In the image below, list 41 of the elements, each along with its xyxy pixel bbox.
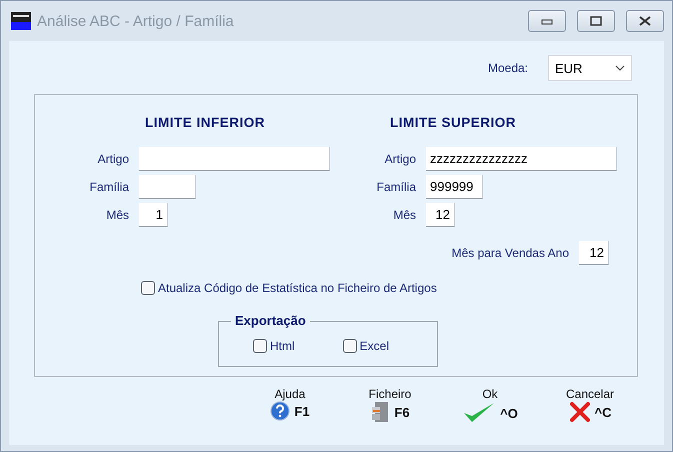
field-label: Mês	[393, 208, 416, 222]
checkbox[interactable]	[342, 339, 357, 353]
checkbox[interactable]	[141, 281, 155, 295]
section-heading: LIMITE SUPERIOR	[389, 115, 518, 130]
window-title: Análise ABC - Artigo / Família	[37, 12, 235, 30]
checkbox[interactable]	[253, 339, 267, 353]
action-button[interactable]: Ok ^O	[453, 387, 527, 425]
cabinet-icon	[370, 401, 390, 423]
currency-dropdown[interactable]: EUR	[548, 55, 632, 81]
field-label: Família	[90, 180, 129, 194]
field-label: Artigo	[384, 152, 416, 166]
input-field[interactable]: 12	[579, 241, 609, 265]
close-icon	[639, 16, 651, 26]
field-label: Mês	[106, 208, 129, 222]
group-title: Exportação	[231, 313, 310, 329]
field-label: Artigo	[98, 152, 129, 166]
section-heading: LIMITE INFERIOR	[144, 115, 266, 130]
maximize-icon	[590, 16, 602, 26]
chevron-down-icon	[615, 65, 625, 71]
action-button[interactable]: Ficheiro F6	[353, 387, 427, 425]
minimize-icon	[541, 17, 553, 25]
close-button[interactable]	[626, 10, 664, 32]
input-field[interactable]: 1	[139, 203, 168, 227]
action-button[interactable]: Cancelar ^C	[553, 387, 627, 425]
input-field[interactable]: zzzzzzzzzzzzzzz	[426, 147, 617, 171]
minimize-button[interactable]	[528, 10, 566, 32]
checkbox-label: Html	[270, 339, 295, 353]
input-field[interactable]	[139, 147, 330, 171]
input-field[interactable]: 12	[426, 203, 455, 227]
currency-label: Moeda:	[488, 61, 528, 75]
app-icon	[11, 12, 31, 30]
cross-icon	[568, 401, 590, 423]
field-label: Família	[376, 180, 416, 194]
checkbox-label: Atualiza Código de Estatística no Ficheiro de Artigos	[158, 281, 437, 295]
input-field[interactable]: 999999	[426, 175, 483, 199]
input-field[interactable]	[139, 175, 196, 199]
action-button[interactable]: Ajuda F1	[253, 387, 327, 425]
checkbox-label: Excel	[360, 339, 390, 353]
help-icon	[270, 401, 290, 421]
maximize-button[interactable]	[577, 10, 615, 32]
field-label: Mês para Vendas Ano	[452, 246, 569, 260]
